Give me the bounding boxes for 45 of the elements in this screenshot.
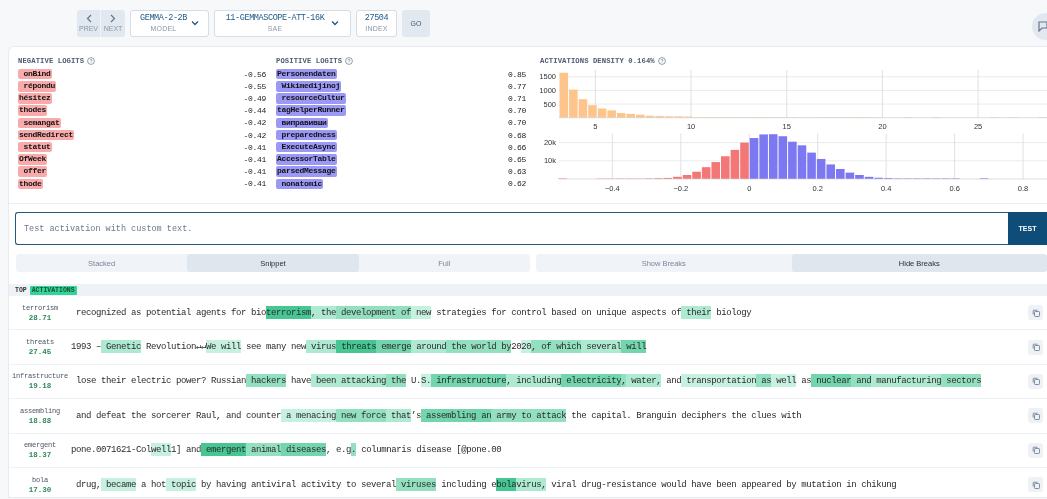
logit-token: sendRedirect	[18, 129, 74, 141]
logit-value: 0.65	[508, 154, 526, 164]
activation-text: and defeat the sorcerer Raul, and counter a menacing new force that’s assembling an army to attack the capital. Branguin deciphers the clues with	[75, 409, 803, 423]
logit-value: -0.55	[243, 81, 266, 91]
logit-value: -0.42	[243, 130, 266, 140]
logit-value: 0.70	[508, 118, 526, 128]
logit-token: resourceCultur	[276, 93, 346, 104]
logit-token: ExecuteAsync	[276, 141, 337, 153]
logit-token: répondu	[18, 81, 56, 92]
logit-value: 0.68	[508, 130, 526, 140]
logit-value: -0.41	[243, 154, 266, 164]
activation-text: recognized as potential agents for bioterrorism, the development of new strategies for control based on unique aspects of their biology	[75, 306, 753, 320]
logit-value: 0.71	[508, 93, 526, 103]
logit-value: -0.44	[243, 106, 266, 116]
logit-token: parsedMessage	[276, 166, 337, 177]
logit-token: onBind	[18, 68, 52, 80]
logit-value: -0.49	[243, 93, 266, 103]
activation-text: lose their electric power? Russian hackers have been attacking the U.S. infrastructure, including electricity, water, and transportation as well as nuclear and manufacturing sectors	[75, 374, 983, 388]
logit-token: statut	[18, 141, 52, 153]
logit-token: tagHelperRunner	[276, 105, 346, 116]
logit-token: Personendaten	[276, 68, 337, 80]
logit-value: 0.85	[508, 69, 526, 79]
logit-value: 0.70	[508, 106, 526, 116]
activation-text: pone.0071621-Colwell1] and emergent animal diseases, e.g. columnaris disease [@pone.00	[71, 443, 503, 457]
logit-value: -0.41	[243, 167, 266, 177]
logit-token: nonatomic	[276, 178, 323, 190]
logit-value: 0.66	[508, 142, 526, 152]
logit-token: thode	[18, 178, 43, 190]
logit-value: 0.62	[508, 179, 526, 189]
logit-value: 0.77	[508, 81, 526, 91]
logit-token: Wikimedijinoj	[276, 81, 341, 92]
logit-token: offer	[18, 166, 47, 177]
logit-token: hésitez	[18, 93, 52, 104]
logit-value: 0.63	[508, 167, 526, 177]
logit-token: thodes	[18, 105, 47, 116]
logit-value: -0.56	[243, 69, 266, 79]
logit-token: OfWeek	[18, 154, 47, 165]
logit-value: -0.41	[243, 179, 266, 189]
logit-value: -0.41	[243, 142, 266, 152]
logit-token: semangat	[18, 117, 61, 129]
activation-text: 1993 – Genetic Revolution↵↵We will see many new virus threats emerge around the world by2020, of which several will	[71, 340, 648, 354]
logit-token: preparedness	[276, 129, 337, 141]
logit-value: -0.42	[243, 118, 266, 128]
logit-token: виправивши	[276, 117, 328, 129]
logit-token: AccessorTable	[276, 154, 337, 165]
